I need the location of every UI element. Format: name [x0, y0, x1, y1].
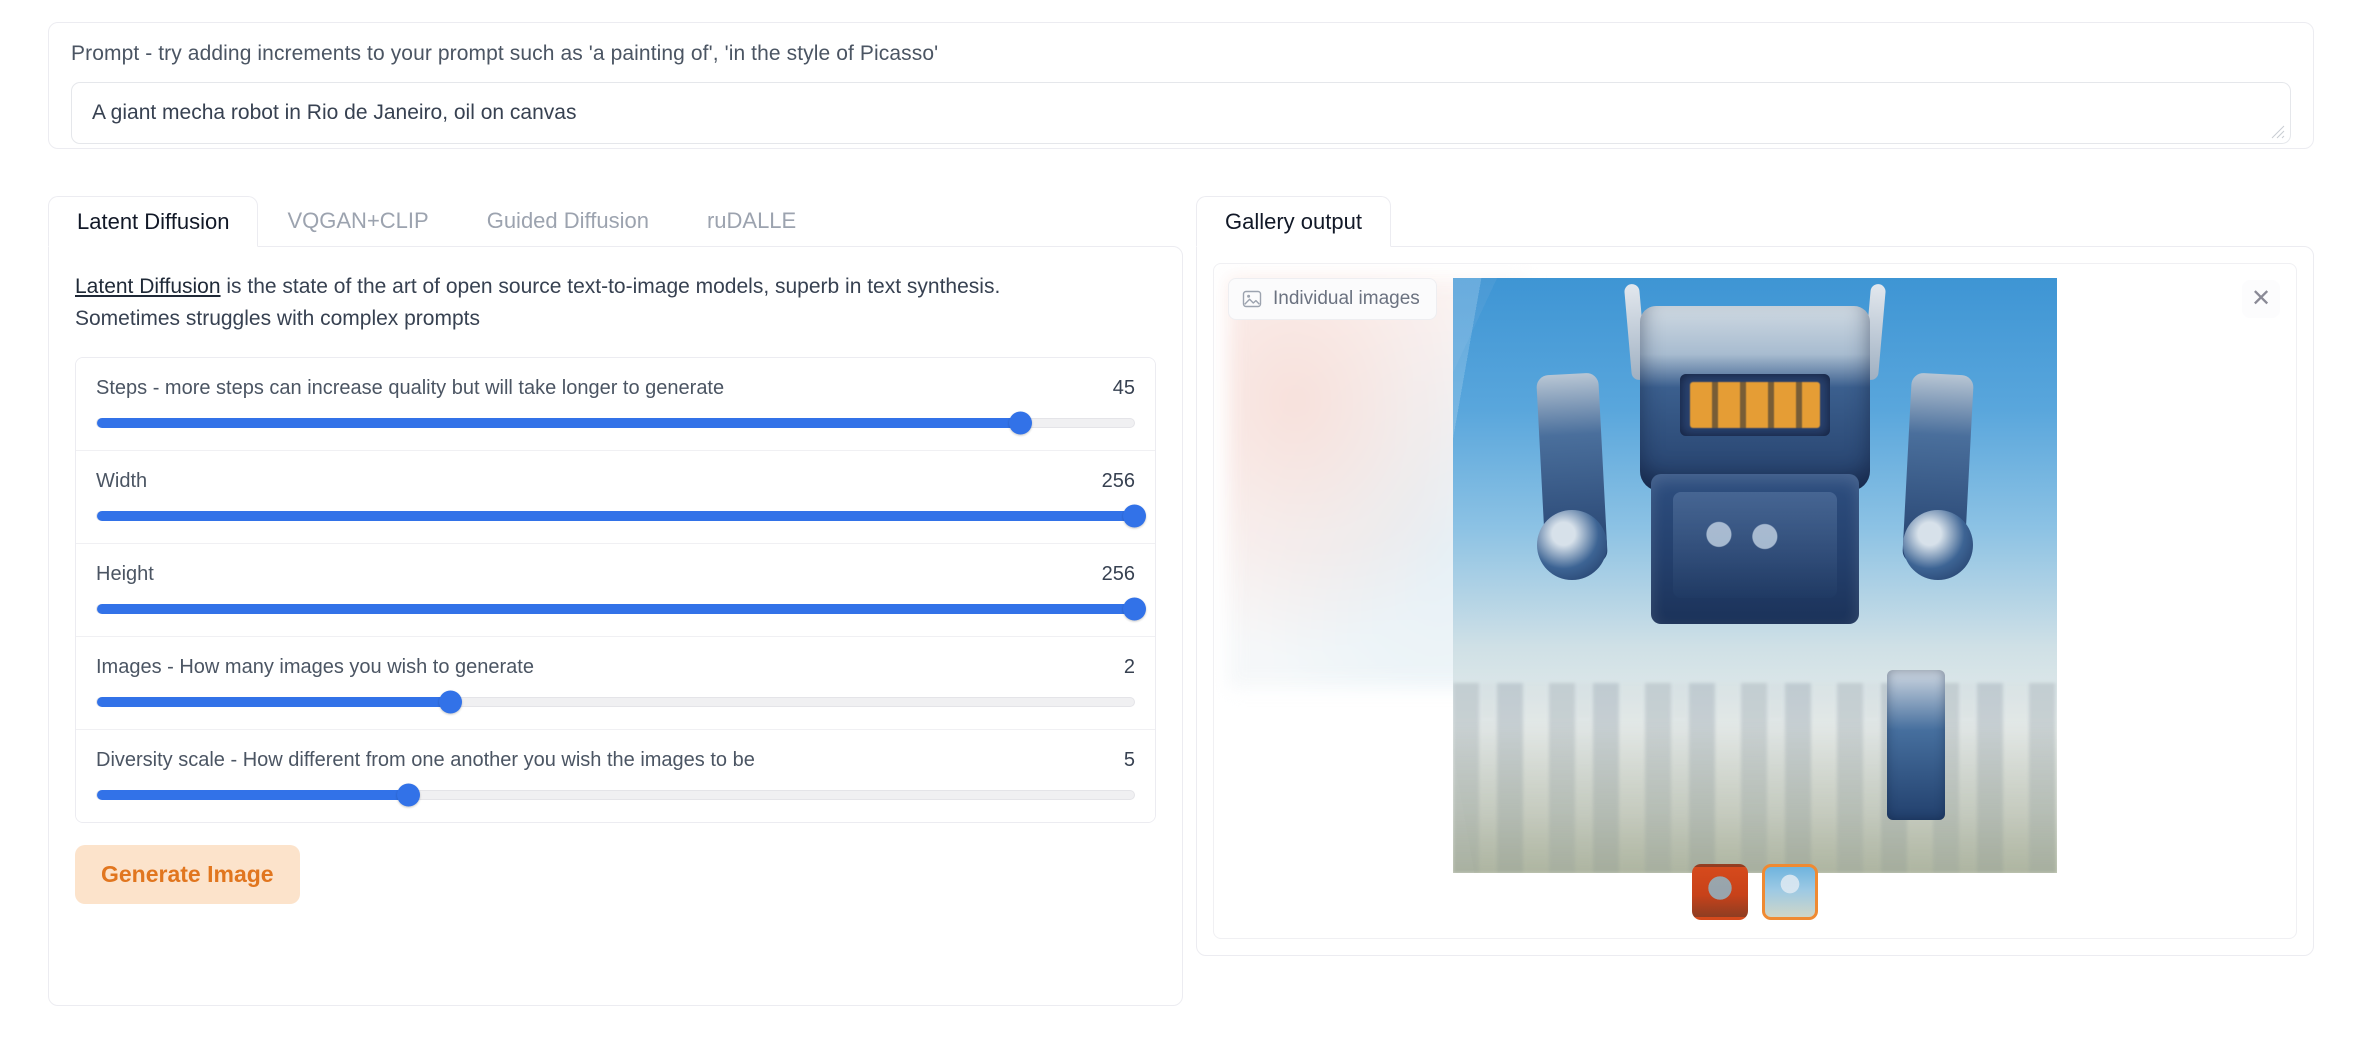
slider-steps[interactable]: Steps - more steps can increase quality … — [76, 358, 1155, 451]
image-icon — [1242, 289, 1262, 309]
individual-images-button[interactable]: Individual images — [1228, 278, 1437, 320]
slider-width[interactable]: Width 256 — [76, 451, 1155, 544]
tab-rudalle[interactable]: ruDALLE — [678, 195, 825, 246]
model-description: Latent Diffusion is the state of the art… — [75, 271, 1075, 335]
slider-steps-track[interactable] — [96, 418, 1135, 428]
model-tabbar: Latent Diffusion VQGAN+CLIP Guided Diffu… — [48, 196, 1183, 246]
slider-height-thumb[interactable] — [1123, 597, 1146, 620]
model-panel: Latent Diffusion VQGAN+CLIP Guided Diffu… — [48, 196, 1183, 1006]
slider-diversity-track[interactable] — [96, 790, 1135, 800]
thumbnail-blue-mecha[interactable] — [1762, 864, 1818, 920]
robot-hand-right — [1903, 510, 1973, 580]
slider-height-value: 256 — [1102, 563, 1135, 586]
slider-width-value: 256 — [1102, 470, 1135, 493]
slider-images-track[interactable] — [96, 697, 1135, 707]
slider-diversity-value: 5 — [1124, 749, 1135, 772]
prompt-label: Prompt - try adding increments to your p… — [71, 41, 2291, 66]
slider-diversity[interactable]: Diversity scale - How different from one… — [76, 730, 1155, 822]
robot-visor — [1680, 374, 1830, 436]
robot-hand-left — [1537, 510, 1607, 580]
robot-side-panel — [1887, 670, 1945, 820]
slider-diversity-fill — [97, 790, 408, 800]
slider-height-fill — [97, 604, 1134, 614]
slider-images[interactable]: Images - How many images you wish to gen… — [76, 637, 1155, 730]
slider-images-value: 2 — [1124, 656, 1135, 679]
settings-sliders: Steps - more steps can increase quality … — [75, 357, 1156, 823]
robot-leg-left — [1629, 614, 1703, 844]
generate-image-button[interactable]: Generate Image — [75, 845, 300, 904]
prompt-card: Prompt - try adding increments to your p… — [48, 22, 2314, 149]
model-panel-body: Latent Diffusion is the state of the art… — [48, 246, 1183, 1006]
slider-width-fill — [97, 511, 1134, 521]
robot-leg-right — [1807, 614, 1881, 844]
slider-steps-value: 45 — [1113, 377, 1135, 400]
tab-latent-diffusion[interactable]: Latent Diffusion — [48, 196, 258, 247]
robot-torso-detail — [1673, 492, 1837, 598]
slider-height[interactable]: Height 256 — [76, 544, 1155, 637]
prompt-input[interactable] — [90, 100, 2272, 126]
slider-width-label: Width — [96, 470, 147, 493]
resize-grip-icon[interactable] — [2271, 125, 2285, 139]
gallery-panel: Gallery output Individual images ✕ — [1196, 196, 2314, 956]
app-root: Prompt - try adding increments to your p… — [0, 0, 2360, 1046]
slider-diversity-label: Diversity scale - How different from one… — [96, 749, 755, 772]
slider-images-label: Images - How many images you wish to gen… — [96, 656, 534, 679]
thumbnail-red-robot[interactable] — [1692, 864, 1748, 920]
slider-images-thumb[interactable] — [439, 690, 462, 713]
tab-gallery-output[interactable]: Gallery output — [1196, 196, 1391, 247]
gallery-tabbar: Gallery output — [1196, 196, 2314, 246]
slider-images-fill — [97, 697, 450, 707]
robot-torso — [1651, 474, 1859, 624]
close-icon[interactable]: ✕ — [2242, 280, 2280, 318]
slider-width-track[interactable] — [96, 511, 1135, 521]
slider-steps-fill — [97, 418, 1020, 428]
slider-diversity-thumb[interactable] — [397, 783, 420, 806]
slider-height-track[interactable] — [96, 604, 1135, 614]
robot-visor-lights — [1690, 382, 1820, 428]
gallery-thumbnails — [1692, 864, 1818, 920]
slider-width-thumb[interactable] — [1123, 504, 1146, 527]
gallery-output: Individual images ✕ — [1213, 263, 2297, 939]
slider-steps-thumb[interactable] — [1009, 411, 1032, 434]
painting-cityscape — [1453, 683, 2057, 873]
individual-images-label: Individual images — [1273, 288, 1420, 310]
gallery-main-image[interactable] — [1453, 278, 2057, 873]
slider-steps-label: Steps - more steps can increase quality … — [96, 377, 724, 400]
gallery-panel-body: Individual images ✕ — [1196, 246, 2314, 956]
prompt-input-wrapper[interactable] — [71, 82, 2291, 144]
tab-guided-diffusion[interactable]: Guided Diffusion — [458, 195, 678, 246]
model-description-link[interactable]: Latent Diffusion — [75, 275, 221, 298]
slider-height-label: Height — [96, 563, 154, 586]
tab-vqgan-clip[interactable]: VQGAN+CLIP — [258, 195, 457, 246]
